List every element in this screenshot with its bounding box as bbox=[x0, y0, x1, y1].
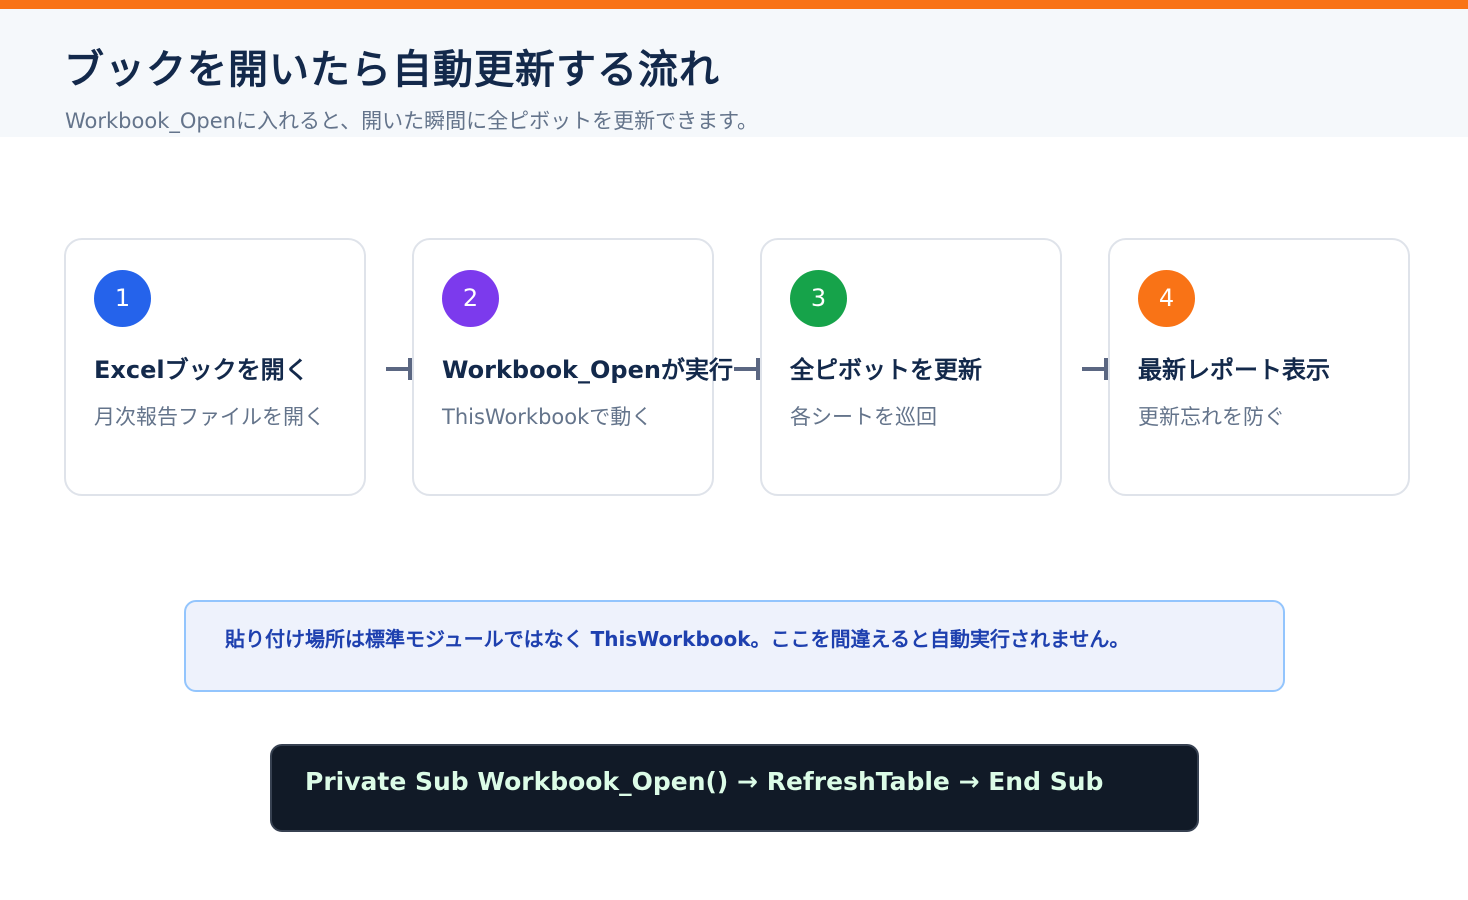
step-number-badge: 4 bbox=[1138, 270, 1195, 327]
step-description: 更新忘れを防ぐ bbox=[1138, 405, 1285, 429]
step-card-3: 3 全ピボットを更新 各シートを巡回 bbox=[760, 238, 1062, 496]
arrow-icon bbox=[386, 358, 412, 380]
step-card-4: 4 最新レポート表示 更新忘れを防ぐ bbox=[1108, 238, 1410, 496]
step-title: Excelブックを開く bbox=[94, 356, 309, 384]
step-title: 最新レポート表示 bbox=[1138, 356, 1330, 384]
page-title: ブックを開いたら自動更新する流れ bbox=[64, 47, 720, 93]
code-snippet-box: Private Sub Workbook_Open() → RefreshTab… bbox=[270, 744, 1199, 832]
step-number-badge: 3 bbox=[790, 270, 847, 327]
step-title: 全ピボットを更新 bbox=[790, 356, 982, 384]
step-card-1: 1 Excelブックを開く 月次報告ファイルを開く bbox=[64, 238, 366, 496]
arrow-icon bbox=[1082, 358, 1108, 380]
step-description: 各シートを巡回 bbox=[790, 405, 937, 429]
page-subtitle: Workbook_Openに入れると、開いた瞬間に全ピボットを更新できます。 bbox=[65, 109, 759, 133]
page-header: ブックを開いたら自動更新する流れ Workbook_Openに入れると、開いた瞬… bbox=[0, 9, 1468, 137]
code-snippet-text: Private Sub Workbook_Open() → RefreshTab… bbox=[305, 767, 1104, 796]
arrow-icon bbox=[734, 358, 760, 380]
step-title: Workbook_Openが実行 bbox=[442, 356, 733, 384]
step-number-badge: 1 bbox=[94, 270, 151, 327]
step-number-badge: 2 bbox=[442, 270, 499, 327]
step-card-2: 2 Workbook_Openが実行 ThisWorkbookで動く bbox=[412, 238, 733, 496]
info-note-box: 貼り付け場所は標準モジュールではなく ThisWorkbook。ここを間違えると… bbox=[184, 600, 1285, 692]
step-description: ThisWorkbookで動く bbox=[442, 405, 653, 429]
top-accent-stripe bbox=[0, 0, 1468, 9]
step-description: 月次報告ファイルを開く bbox=[94, 405, 325, 429]
info-note-text: 貼り付け場所は標準モジュールではなく ThisWorkbook。ここを間違えると… bbox=[225, 627, 1130, 651]
